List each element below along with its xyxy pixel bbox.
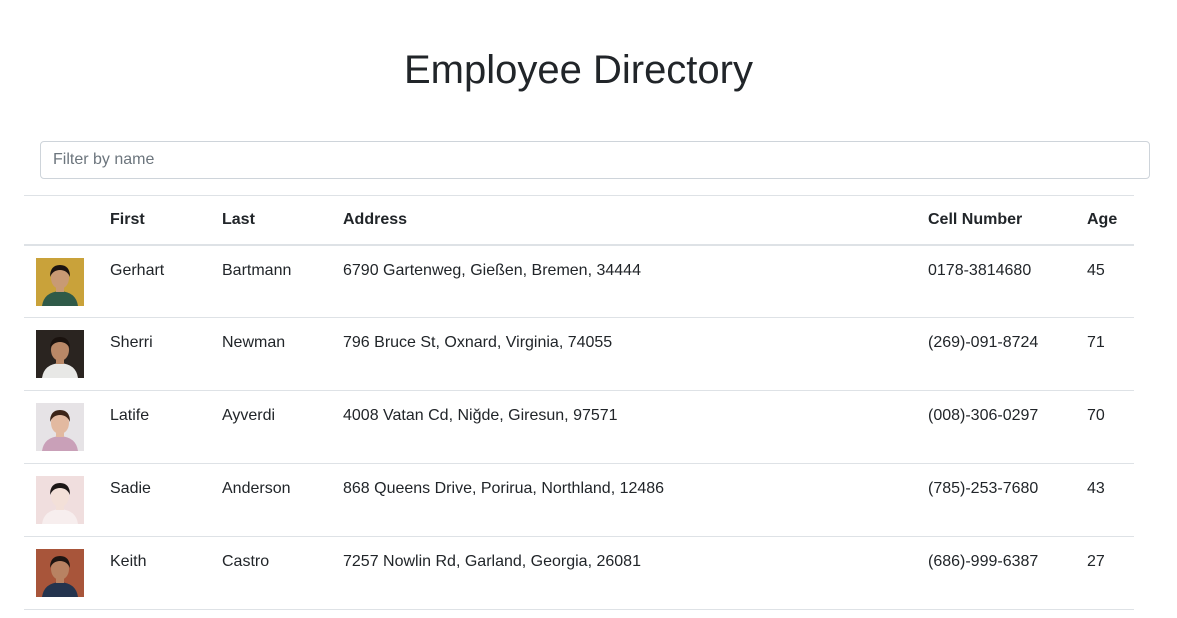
avatar-cell — [24, 464, 110, 537]
cell-number-cell: (686)-999-6387 — [928, 553, 1039, 570]
address-cell: 796 Bruce St, Oxnard, Virginia, 74055 — [343, 334, 613, 351]
table-row: Latife Ayverdi 4008 Vatan Cd, Niğde, Gir… — [24, 391, 1134, 464]
avatar-cell — [24, 245, 110, 318]
first-name-cell: Keith — [110, 553, 147, 570]
cell-number-cell: (008)-306-0297 — [928, 407, 1039, 424]
age-cell: 71 — [1087, 334, 1105, 351]
cell-number-cell: 0178-3814680 — [928, 261, 1032, 279]
avatar — [36, 403, 84, 451]
first-name-cell: Gerhart — [110, 261, 165, 279]
first-name-cell: Sadie — [110, 480, 151, 497]
age-cell: 70 — [1087, 407, 1105, 424]
table-row: Keith Castro 7257 Nowlin Rd, Garland, Ge… — [24, 537, 1134, 610]
employee-table: First Last Address Cell Number Age Gerha… — [24, 195, 1134, 610]
address-cell: 4008 Vatan Cd, Niğde, Giresun, 97571 — [343, 407, 618, 424]
table-row: Sherri Newman 796 Bruce St, Oxnard, Virg… — [24, 318, 1134, 391]
address-cell: 7257 Nowlin Rd, Garland, Georgia, 26081 — [343, 553, 641, 570]
avatar-cell — [24, 391, 110, 464]
address-cell: 6790 Gartenweg, Gießen, Bremen, 34444 — [343, 261, 641, 279]
header-cell-number[interactable]: Cell Number — [928, 196, 1087, 245]
header-row: First Last Address Cell Number Age — [24, 195, 1134, 245]
avatar-cell — [24, 318, 110, 391]
header-image — [24, 196, 110, 245]
filter-by-name-input[interactable] — [40, 141, 1150, 179]
header-last[interactable]: Last — [222, 196, 343, 245]
age-cell: 27 — [1087, 553, 1105, 570]
avatar-cell — [24, 537, 110, 610]
header-first[interactable]: First — [110, 196, 222, 245]
first-name-cell: Latife — [110, 407, 150, 424]
last-name-cell: Bartmann — [222, 261, 292, 279]
first-name-cell: Sherri — [110, 334, 153, 351]
age-cell: 45 — [1087, 261, 1105, 279]
table-row: Sadie Anderson 868 Queens Drive, Porirua… — [24, 464, 1134, 537]
address-cell: 868 Queens Drive, Porirua, Northland, 12… — [343, 480, 665, 497]
cell-number-cell: (269)-091-8724 — [928, 334, 1039, 351]
page: Employee Directory First Last Address Ce… — [0, 0, 1177, 618]
header-age[interactable]: Age — [1087, 196, 1134, 245]
avatar — [36, 476, 84, 524]
last-name-cell: Anderson — [222, 480, 291, 497]
last-name-cell: Castro — [222, 553, 270, 570]
last-name-cell: Ayverdi — [222, 407, 276, 424]
table-body: Gerhart Bartmann 6790 Gartenweg, Gießen,… — [24, 245, 1134, 610]
header-address[interactable]: Address — [343, 196, 928, 245]
table-row: Gerhart Bartmann 6790 Gartenweg, Gießen,… — [24, 245, 1134, 318]
page-title: Employee Directory — [403, 48, 753, 92]
cell-number-cell: (785)-253-7680 — [928, 480, 1039, 497]
age-cell: 43 — [1087, 480, 1105, 497]
table-header: First Last Address Cell Number Age — [24, 195, 1134, 245]
avatar — [36, 330, 84, 378]
last-name-cell: Newman — [222, 334, 286, 351]
avatar — [36, 257, 84, 306]
avatar — [36, 549, 84, 597]
